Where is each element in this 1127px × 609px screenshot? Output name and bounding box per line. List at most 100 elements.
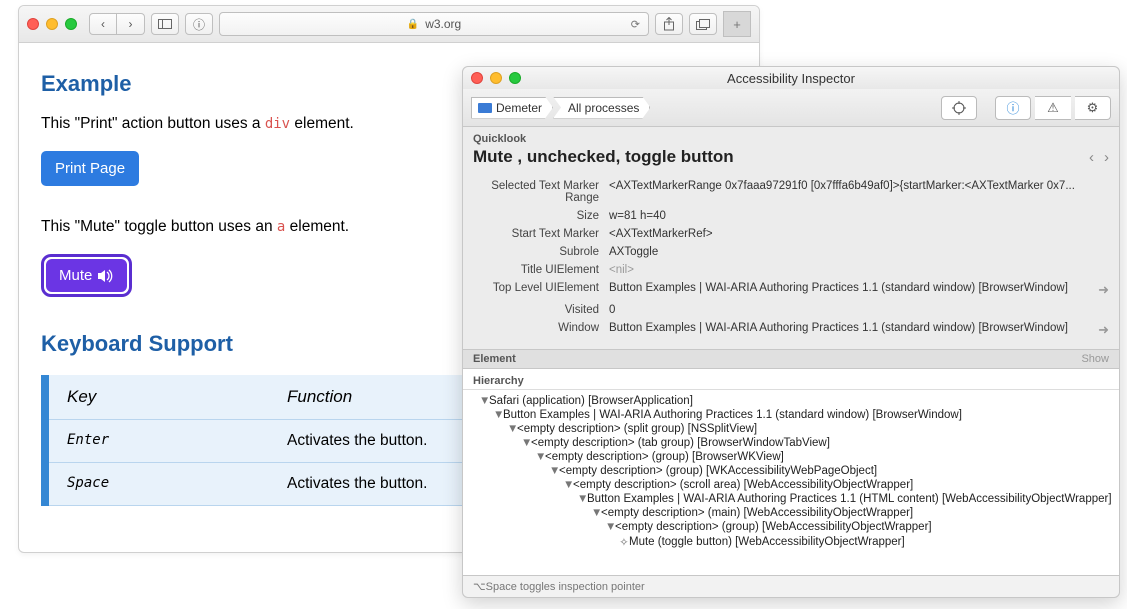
property-row[interactable]: Title UIElement<nil> — [473, 261, 1109, 279]
goto-element-icon[interactable]: ➜ — [1098, 322, 1109, 338]
close-window-icon[interactable] — [471, 72, 483, 84]
disclosure-triangle-icon[interactable]: ▼ — [605, 521, 615, 533]
zoom-window-icon[interactable] — [509, 72, 521, 84]
breadcrumb-host[interactable]: Demeter — [471, 97, 553, 119]
disclosure-triangle-icon[interactable]: ▼ — [591, 507, 601, 519]
tabs-button[interactable] — [689, 13, 717, 35]
new-tab-button[interactable]: + — [723, 11, 751, 37]
audit-tab-button[interactable]: ⚠︎ — [1035, 96, 1071, 120]
share-button[interactable] — [655, 13, 683, 35]
hierarchy-row[interactable]: ▼Button Examples | WAI-ARIA Authoring Pr… — [469, 492, 1113, 506]
disclosure-triangle-icon[interactable]: ▼ — [549, 465, 559, 477]
forward-button[interactable]: › — [117, 13, 145, 35]
hierarchy-row[interactable]: ▼<empty description> (main) [WebAccessib… — [469, 506, 1113, 520]
address-bar[interactable]: 🔒 w3.org ⟳ — [219, 12, 649, 36]
hierarchy-label: <empty description> (group) [WebAccessib… — [615, 521, 932, 533]
hierarchy-label: <empty description> (split group) [NSSpl… — [517, 423, 757, 435]
property-key: Visited — [473, 304, 609, 316]
hierarchy-row[interactable]: ▼<empty description> (scroll area) [WebA… — [469, 478, 1113, 492]
property-value: <AXTextMarkerRef> — [609, 228, 1109, 240]
url-host: w3.org — [425, 17, 461, 31]
property-row[interactable]: Top Level UIElementButton Examples | WAI… — [473, 279, 1109, 301]
accessibility-inspector-window: Accessibility Inspector Demeter All proc… — [462, 66, 1120, 598]
hierarchy-label: <empty description> (group) [BrowserWKVi… — [545, 451, 784, 463]
sound-icon — [98, 269, 114, 283]
property-value: Button Examples | WAI-ARIA Authoring Pra… — [609, 282, 1090, 294]
disclosure-triangle-icon[interactable]: ▼ — [563, 479, 573, 491]
monitor-icon — [478, 103, 492, 113]
quicklook-title: Mute , unchecked, toggle button — [473, 147, 734, 167]
column-header-function: Function — [287, 387, 352, 407]
goto-element-icon[interactable]: ➜ — [1098, 282, 1109, 298]
disclosure-triangle-icon[interactable]: ▼ — [507, 423, 517, 435]
hierarchy-row[interactable]: ▼<empty description> (split group) [NSSp… — [469, 422, 1113, 436]
inspector-title: Accessibility Inspector — [727, 71, 855, 86]
column-header-key: Key — [67, 387, 287, 407]
hierarchy-row[interactable]: ▼Button Examples | WAI-ARIA Authoring Pr… — [469, 408, 1113, 422]
minimize-window-icon[interactable] — [490, 72, 502, 84]
disclosure-triangle-icon[interactable]: ▼ — [479, 395, 489, 407]
hierarchy-row[interactable]: ▼<empty description> (tab group) [Browse… — [469, 436, 1113, 450]
property-row[interactable]: SubroleAXToggle — [473, 243, 1109, 261]
hierarchy-row[interactable]: ✧Mute (toggle button) [WebAccessibilityO… — [469, 534, 1113, 550]
info-tab-button[interactable]: ⓘ — [995, 96, 1031, 120]
disclosure-triangle-icon[interactable]: ▼ — [577, 493, 587, 505]
hierarchy-row[interactable]: ▼Safari (application) [BrowserApplicatio… — [469, 394, 1113, 408]
inspector-footer-hint: ⌥Space toggles inspection pointer — [463, 575, 1119, 597]
print-page-button[interactable]: Print Page — [41, 151, 139, 186]
hierarchy-label: <empty description> (tab group) [Browser… — [531, 437, 830, 449]
inspector-titlebar[interactable]: Accessibility Inspector — [463, 67, 1119, 89]
hierarchy-label: Mute (toggle button) [WebAccessibilityOb… — [629, 536, 905, 548]
settings-tab-button[interactable]: ⚙ — [1075, 96, 1111, 120]
hierarchy-label: Button Examples | WAI-ARIA Authoring Pra… — [503, 409, 962, 421]
quicklook-next-button[interactable]: › — [1104, 149, 1109, 166]
lock-icon: 🔒 — [407, 19, 419, 30]
safari-toolbar: ‹ › ⓘ 🔒 w3.org ⟳ + — [19, 6, 759, 43]
show-toggle[interactable]: Show — [1081, 353, 1109, 365]
hierarchy-row[interactable]: ▼<empty description> (group) [WebAccessi… — [469, 520, 1113, 534]
element-section-header[interactable]: Element Show — [463, 349, 1119, 369]
sidebar-button[interactable] — [151, 13, 179, 35]
mute-toggle-button[interactable]: Mute — [46, 259, 127, 292]
property-value: <nil> — [609, 264, 1109, 276]
property-key: Selected Text Marker Range — [473, 180, 609, 204]
mute-button-focus-ring: Mute — [41, 254, 132, 297]
property-row[interactable]: Start Text Marker<AXTextMarkerRef> — [473, 225, 1109, 243]
property-row[interactable]: Sizew=81 h=40 — [473, 207, 1109, 225]
property-value: AXToggle — [609, 246, 1109, 258]
property-row[interactable]: Visited0 — [473, 301, 1109, 319]
key-cell: Space — [67, 475, 287, 493]
hierarchy-label: Hierarchy — [463, 369, 1119, 390]
function-cell: Activates the button. — [287, 475, 427, 493]
zoom-window-icon[interactable] — [65, 18, 77, 30]
disclosure-triangle-icon[interactable]: ▼ — [535, 451, 545, 463]
reload-icon[interactable]: ⟳ — [631, 18, 640, 31]
hierarchy-label: Button Examples | WAI-ARIA Authoring Pra… — [587, 493, 1112, 505]
leaf-icon[interactable]: ✧ — [619, 535, 629, 549]
property-row[interactable]: WindowButton Examples | WAI-ARIA Authori… — [473, 319, 1109, 341]
reader-info-button[interactable]: ⓘ — [185, 13, 213, 35]
code-tag-div: div — [265, 116, 290, 132]
property-row[interactable]: Selected Text Marker Range<AXTextMarkerR… — [473, 177, 1109, 207]
hierarchy-label: <empty description> (main) [WebAccessibi… — [601, 507, 913, 519]
breadcrumb-target[interactable]: All processes — [553, 97, 650, 119]
quicklook-prev-button[interactable]: ‹ — [1089, 149, 1094, 166]
close-window-icon[interactable] — [27, 18, 39, 30]
disclosure-triangle-icon[interactable]: ▼ — [493, 409, 503, 421]
hierarchy-label: Safari (application) [BrowserApplication… — [489, 395, 693, 407]
property-key: Title UIElement — [473, 264, 609, 276]
hierarchy-tree[interactable]: ▼Safari (application) [BrowserApplicatio… — [463, 390, 1119, 575]
inspection-pointer-button[interactable] — [941, 96, 977, 120]
minimize-window-icon[interactable] — [46, 18, 58, 30]
property-key: Start Text Marker — [473, 228, 609, 240]
property-value: <AXTextMarkerRange 0x7faaa97291f0 [0x7ff… — [609, 180, 1109, 192]
key-cell: Enter — [67, 432, 287, 450]
property-value: w=81 h=40 — [609, 210, 1109, 222]
disclosure-triangle-icon[interactable]: ▼ — [521, 437, 531, 449]
back-button[interactable]: ‹ — [89, 13, 117, 35]
property-key: Size — [473, 210, 609, 222]
property-value: Button Examples | WAI-ARIA Authoring Pra… — [609, 322, 1090, 334]
hierarchy-label: <empty description> (scroll area) [WebAc… — [573, 479, 913, 491]
hierarchy-row[interactable]: ▼<empty description> (group) [WKAccessib… — [469, 464, 1113, 478]
hierarchy-row[interactable]: ▼<empty description> (group) [BrowserWKV… — [469, 450, 1113, 464]
